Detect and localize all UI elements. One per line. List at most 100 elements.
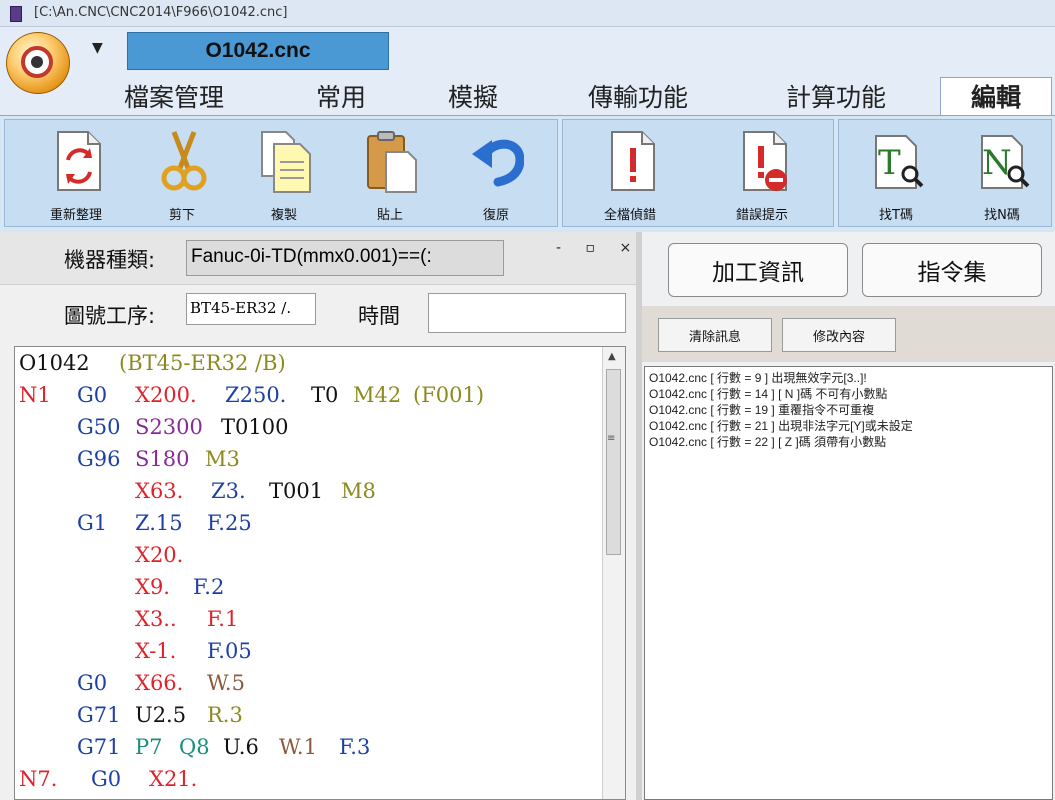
code-token: X200. xyxy=(135,383,197,407)
tab-common[interactable]: 常用 xyxy=(316,78,366,114)
message-list[interactable]: O1042.cnc [ 行數 = 9 ] 出現無效字元[3..]! O1042.… xyxy=(644,366,1053,800)
code-token: T001 xyxy=(269,479,324,503)
copy-icon xyxy=(261,131,311,193)
error-hint-label: 錯誤提示 xyxy=(735,208,788,223)
undo-button[interactable]: 復原 xyxy=(456,128,536,226)
svg-text:T: T xyxy=(878,143,901,183)
paste-icon xyxy=(367,131,417,193)
code-token: N7. xyxy=(19,767,58,791)
code-token: M42 xyxy=(353,383,402,407)
code-token: W.5 xyxy=(207,671,245,695)
tab-file-management[interactable]: 檔案管理 xyxy=(124,78,224,114)
error-hint-icon xyxy=(743,131,787,191)
find-t-label: 找T碼 xyxy=(879,208,913,223)
tab-command-set[interactable]: 指令集 xyxy=(862,243,1042,297)
tab-transfer[interactable]: 傳輸功能 xyxy=(588,78,688,114)
refresh-icon xyxy=(57,131,101,191)
code-token: X21. xyxy=(149,767,198,791)
tab-machining-info[interactable]: 加工資訊 xyxy=(668,243,848,297)
file-name-display: O1042.cnc xyxy=(127,32,389,70)
undo-icon xyxy=(472,139,524,187)
scissors-icon xyxy=(161,131,207,191)
copy-label: 複製 xyxy=(270,208,297,223)
code-token: (BT45-ER32 /B) xyxy=(119,351,286,375)
code-token: M8 xyxy=(341,479,376,503)
app-small-icon xyxy=(10,6,22,22)
find-t-icon: T xyxy=(875,135,924,189)
tab-simulation[interactable]: 模擬 xyxy=(448,78,498,114)
code-token: T0100 xyxy=(221,415,289,439)
undo-label: 復原 xyxy=(482,208,509,223)
code-token: U.6 xyxy=(223,735,259,759)
code-token: G71 xyxy=(77,703,121,727)
code-token: G1 xyxy=(77,511,108,535)
code-token: M3 xyxy=(205,447,240,471)
message-item[interactable]: O1042.cnc [ 行數 = 14 ] [ N ]碼 不可有小數點 xyxy=(649,385,887,402)
code-token: X-1. xyxy=(135,639,177,663)
code-token: W.1 xyxy=(279,735,317,759)
drawing-process-field[interactable]: BT45-ER32 /. xyxy=(186,293,316,325)
code-token: X20. xyxy=(135,543,184,567)
drawing-process-label: 圖號工序: xyxy=(64,304,156,328)
find-n-label: 找N碼 xyxy=(984,208,1020,223)
quick-access-dropdown-icon[interactable]: ▼ xyxy=(92,40,103,56)
error-hint-button[interactable]: 錯誤提示 xyxy=(722,128,802,226)
code-token: G50 xyxy=(77,415,121,439)
code-token: X66. xyxy=(135,671,184,695)
code-token: U2.5 xyxy=(135,703,187,727)
code-token: N1 xyxy=(19,383,51,407)
window-title: [C:\An.CNC\CNC2014\F966\O1042.cnc] xyxy=(34,5,288,20)
code-editor[interactable]: O1042 (BT45-ER32 /B) N1 G0 X200. Z250. T0 M42 (F… xyxy=(14,346,626,800)
code-token: T0 xyxy=(311,383,339,407)
paste-label: 貼上 xyxy=(376,208,403,223)
message-item[interactable]: O1042.cnc [ 行數 = 9 ] 出現無效字元[3..]! xyxy=(649,369,867,386)
message-item[interactable]: O1042.cnc [ 行數 = 22 ] [ Z ]碼 須帶有小數點 xyxy=(649,433,886,450)
cut-label: 剪下 xyxy=(168,208,195,223)
code-token: X9. xyxy=(135,575,170,599)
message-item[interactable]: O1042.cnc [ 行數 = 19 ] 重覆指令不可重複 xyxy=(649,401,874,418)
code-token: Q8 xyxy=(179,735,210,759)
code-token: F.2 xyxy=(193,575,225,599)
clear-messages-button[interactable]: 清除訊息 xyxy=(658,318,772,352)
code-token: X3.. xyxy=(135,607,177,631)
code-token: P7 xyxy=(135,735,163,759)
code-token: (F001) xyxy=(413,383,485,407)
code-token: G0 xyxy=(91,767,122,791)
tab-edit[interactable]: 編輯 xyxy=(940,77,1052,115)
code-token: F.1 xyxy=(207,607,239,631)
scroll-up-icon[interactable]: ▲ xyxy=(608,351,616,362)
time-field[interactable] xyxy=(428,293,626,333)
app-menu-button[interactable] xyxy=(6,32,70,94)
code-token: G0 xyxy=(77,671,108,695)
code-token: S2300 xyxy=(135,415,203,439)
machine-type-field[interactable]: Fanuc-0i-TD(mmx0.001)==(: xyxy=(186,240,504,276)
paste-button[interactable]: 貼上 xyxy=(350,128,430,226)
code-token: F.3 xyxy=(339,735,371,759)
modify-content-button[interactable]: 修改內容 xyxy=(782,318,896,352)
code-token: F.25 xyxy=(207,511,252,535)
code-token: G96 xyxy=(77,447,121,471)
code-token: Z.15 xyxy=(135,511,183,535)
copy-button[interactable]: 複製 xyxy=(244,128,324,226)
pane-window-controls[interactable]: - ▫ × xyxy=(556,240,641,256)
code-token: F.05 xyxy=(207,639,252,663)
title-bar: [C:\An.CNC\CNC2014\F966\O1042.cnc] xyxy=(0,0,1055,27)
find-n-button[interactable]: N 找N碼 xyxy=(962,128,1042,226)
full-debug-label: 全檔偵錯 xyxy=(603,208,656,223)
message-item[interactable]: O1042.cnc [ 行數 = 21 ] 出現非法字元[Y]或未設定 xyxy=(649,417,913,434)
document-exclamation-icon xyxy=(611,131,655,191)
refresh-button[interactable]: 重新整理 xyxy=(36,128,116,226)
find-t-button[interactable]: T 找T碼 xyxy=(856,128,936,226)
editor-scrollbar[interactable]: ▲ ≡ xyxy=(602,347,625,799)
code-token: Z250. xyxy=(225,383,287,407)
find-n-icon: N xyxy=(981,135,1030,189)
tab-calculation[interactable]: 計算功能 xyxy=(786,78,886,114)
cut-button[interactable]: 剪下 xyxy=(142,128,222,226)
code-token: O1042 xyxy=(19,351,90,375)
machine-type-label: 機器種類: xyxy=(64,248,156,272)
code-token: R.3 xyxy=(207,703,243,727)
full-debug-button[interactable]: 全檔偵錯 xyxy=(590,128,670,226)
scroll-thumb[interactable] xyxy=(606,369,621,555)
refresh-label: 重新整理 xyxy=(49,208,102,223)
svg-text:N: N xyxy=(982,143,1012,183)
